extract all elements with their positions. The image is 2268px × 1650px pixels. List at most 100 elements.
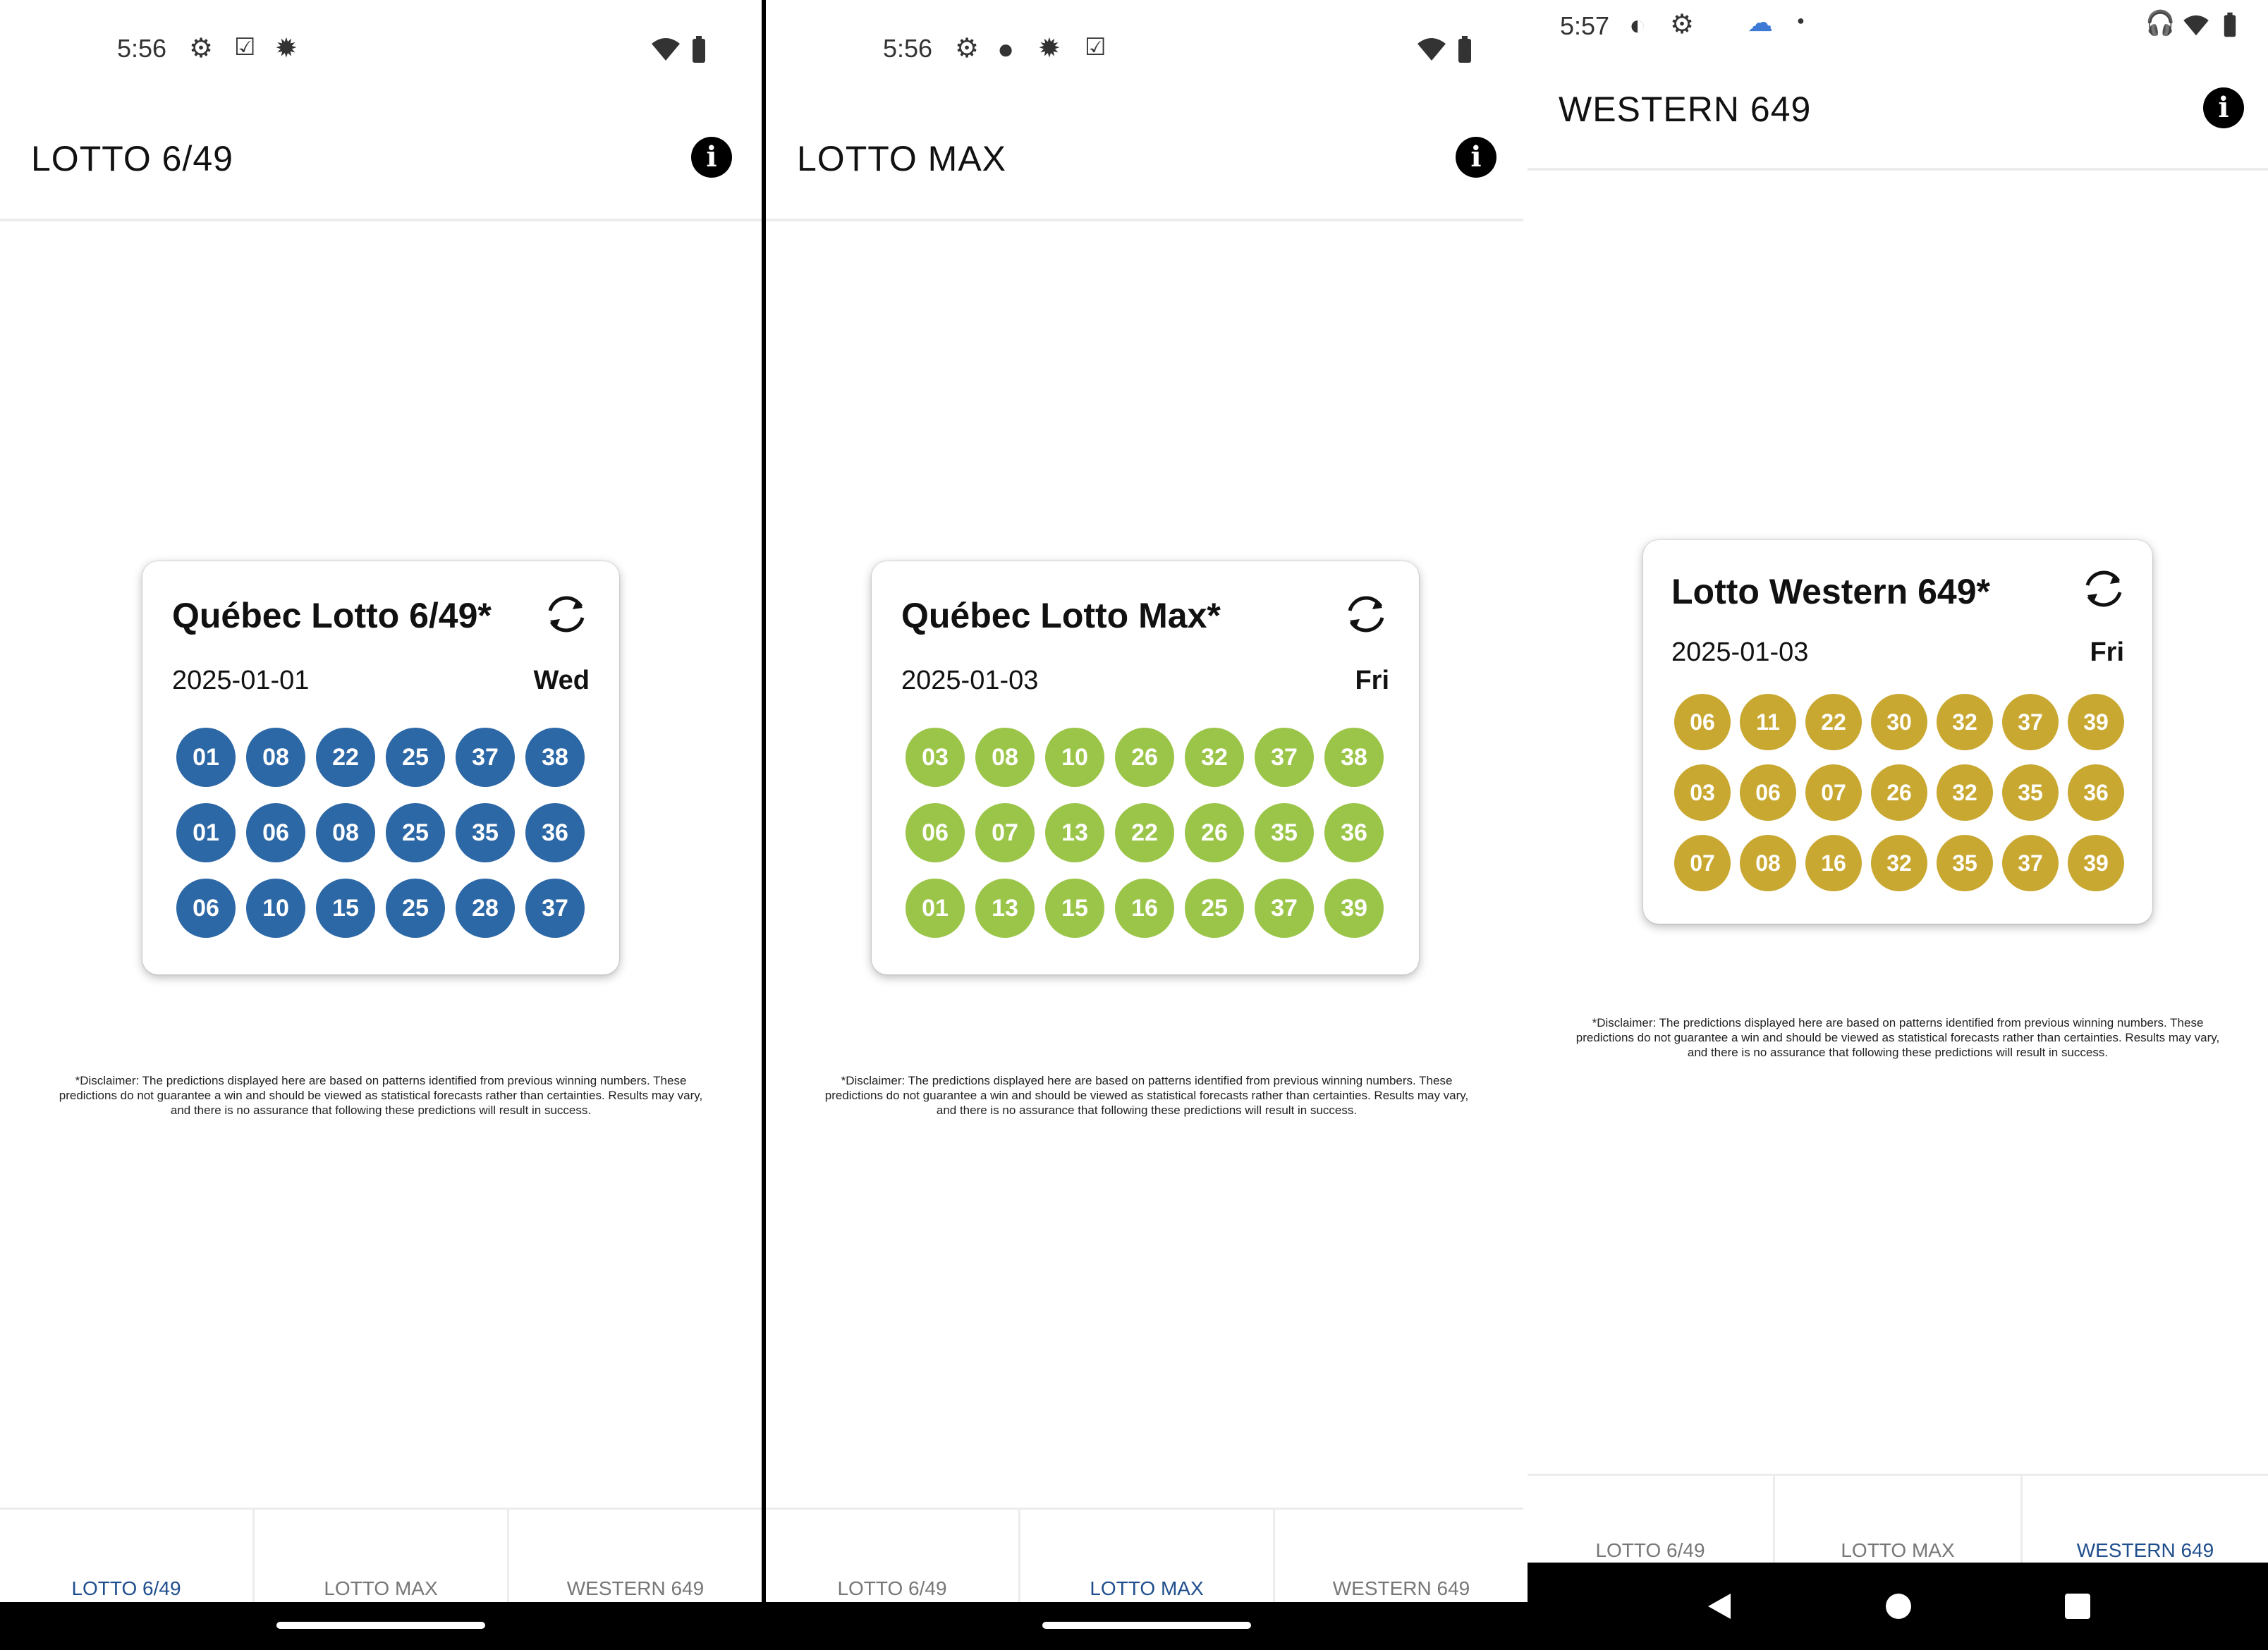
tab-western-649[interactable]: WESTERN 649 <box>2023 1476 2268 1565</box>
number-ball: 32 <box>1937 764 1993 821</box>
gear-icon: ⚙ <box>1670 10 1695 39</box>
number-ball: 38 <box>1324 728 1384 787</box>
number-ball: 22 <box>1805 694 1862 750</box>
back-icon[interactable] <box>1704 1591 1735 1622</box>
number-ball: 36 <box>525 803 585 862</box>
prediction-card: Québec Lotto Max* 2025-01-03 Fri 03 08 10 2… <box>872 561 1419 974</box>
refresh-icon[interactable] <box>1341 589 1391 639</box>
info-icon[interactable]: i <box>1456 137 1496 178</box>
number-ball: 07 <box>1674 835 1731 891</box>
number-ball: 16 <box>1115 879 1174 938</box>
prediction-card: Lotto Western 649* 2025-01-03 Fri 06 11 22… <box>1643 540 2152 924</box>
tab-label: WESTERN 649 <box>1332 1577 1470 1599</box>
number-ball: 36 <box>2068 764 2124 821</box>
tab-lotto-649[interactable]: LOTTO 6/49 <box>766 1510 1018 1604</box>
settings-cog-icon: ✹ <box>1038 34 1061 63</box>
number-row: 06 10 15 25 28 37 <box>176 879 585 938</box>
number-ball: 39 <box>2068 694 2124 750</box>
draw-day: Wed <box>533 666 590 695</box>
wifi-icon <box>2183 15 2209 36</box>
status-time: 5:57 <box>1560 11 1610 40</box>
number-ball: 35 <box>1255 803 1314 862</box>
number-row: 01 08 22 25 37 38 <box>176 728 585 787</box>
screen-lotto-max: 5:56 ⚙ ● ✹ ☑ LOTTO MAX i Québec Lotto Ma… <box>766 0 1528 1650</box>
number-ball: 10 <box>1045 728 1104 787</box>
draw-date: 2025-01-03 <box>901 666 1039 695</box>
navigation-bar <box>766 1602 1528 1650</box>
refresh-icon[interactable] <box>2079 564 2128 613</box>
clipboard-check-icon: ☑ <box>1085 34 1106 61</box>
tab-lotto-max[interactable]: LOTTO MAX <box>1775 1476 2020 1565</box>
battery-icon <box>1458 36 1471 63</box>
number-ball: 08 <box>1740 835 1796 891</box>
draw-day: Fri <box>2090 637 2124 667</box>
disclaimer: *Disclaimer: The predictions displayed h… <box>1575 1016 2220 1059</box>
app-bar: LOTTO MAX i <box>766 113 1528 221</box>
status-time: 5:56 <box>117 34 167 63</box>
number-row: 01 06 08 25 35 36 <box>176 803 585 862</box>
card-title: Québec Lotto 6/49* <box>172 596 492 635</box>
number-ball: 35 <box>1937 835 1993 891</box>
number-ball: 26 <box>1871 764 1927 821</box>
tab-lotto-649[interactable]: LOTTO 6/49 <box>0 1510 252 1604</box>
tab-label: WESTERN 649 <box>566 1577 705 1599</box>
number-ball: 06 <box>246 803 305 862</box>
gear-icon: ⚙ <box>955 34 980 63</box>
number-ball: 37 <box>2002 835 2059 891</box>
app-bar: LOTTO 6/49 i <box>0 113 762 221</box>
home-icon[interactable] <box>1884 1592 1913 1620</box>
battery-icon <box>2224 12 2236 37</box>
tab-label: LOTTO 6/49 <box>1595 1539 1705 1561</box>
page-title: WESTERN 649 <box>1559 90 1812 129</box>
page-title: LOTTO MAX <box>797 139 1007 178</box>
status-time: 5:56 <box>883 34 933 63</box>
number-ball: 25 <box>386 879 445 938</box>
app-bar: WESTERN 649 i <box>1528 62 2268 171</box>
tab-western-649[interactable]: WESTERN 649 <box>509 1510 762 1604</box>
tab-label: WESTERN 649 <box>2076 1539 2214 1561</box>
recents-icon[interactable] <box>2063 1592 2092 1620</box>
bottom-tab-bar: LOTTO 6/49 LOTTO MAX WESTERN 649 <box>1528 1474 2268 1565</box>
bottom-tab-bar: LOTTO 6/49 LOTTO MAX WESTERN 649 <box>766 1508 1528 1604</box>
number-ball: 03 <box>1674 764 1731 821</box>
number-row: 07 08 16 32 35 37 39 <box>1674 835 2124 891</box>
number-ball: 08 <box>975 728 1035 787</box>
gesture-handle[interactable] <box>1042 1622 1251 1629</box>
tab-lotto-max[interactable]: LOTTO MAX <box>255 1510 507 1604</box>
clipboard-check-icon: ☑ <box>234 34 256 61</box>
number-ball: 37 <box>1255 879 1314 938</box>
prediction-card: Québec Lotto 6/49* 2025-01-01 Wed 01 08 22… <box>142 561 619 974</box>
gear-icon: ⚙ <box>189 34 214 63</box>
headphones-icon: 🎧 <box>2145 10 2176 37</box>
number-ball: 15 <box>1045 879 1104 938</box>
number-ball: 10 <box>246 879 305 938</box>
tab-western-649[interactable]: WESTERN 649 <box>1275 1510 1528 1604</box>
number-ball: 13 <box>975 879 1035 938</box>
tab-lotto-max[interactable]: LOTTO MAX <box>1020 1510 1273 1604</box>
info-icon[interactable]: i <box>2203 87 2244 128</box>
number-ball: 37 <box>2002 694 2059 750</box>
navigation-bar <box>1528 1563 2268 1650</box>
refresh-icon[interactable] <box>542 589 591 639</box>
gesture-handle[interactable] <box>276 1622 485 1629</box>
number-ball: 28 <box>456 879 515 938</box>
wifi-icon <box>1418 38 1446 61</box>
tab-lotto-649[interactable]: LOTTO 6/49 <box>1528 1476 1773 1565</box>
tab-label: LOTTO MAX <box>1090 1577 1204 1599</box>
info-icon[interactable]: i <box>691 137 732 178</box>
number-ball: 22 <box>1115 803 1174 862</box>
number-ball: 35 <box>2002 764 2059 821</box>
number-ball: 38 <box>525 728 585 787</box>
number-grid: 06 11 22 30 32 37 39 03 06 07 26 32 35 36 07 08 16 32 35 37… <box>1674 694 2124 891</box>
status-bar: 5:56 ⚙ ☑ ✹ <box>0 0 762 99</box>
number-ball: 25 <box>386 728 445 787</box>
tab-label: LOTTO 6/49 <box>837 1577 947 1599</box>
number-ball: 26 <box>1115 728 1174 787</box>
number-row: 03 06 07 26 32 35 36 <box>1674 764 2124 821</box>
disclaimer: *Disclaimer: The predictions displayed h… <box>59 1074 703 1117</box>
number-grid: 01 08 22 25 37 38 01 06 08 25 35 36 06 10 15 25 28 37 <box>176 728 585 938</box>
number-ball: 15 <box>316 879 375 938</box>
number-ball: 03 <box>906 728 965 787</box>
number-row: 06 11 22 30 32 37 39 <box>1674 694 2124 750</box>
weather-icon: ☁ <box>1748 8 1773 37</box>
